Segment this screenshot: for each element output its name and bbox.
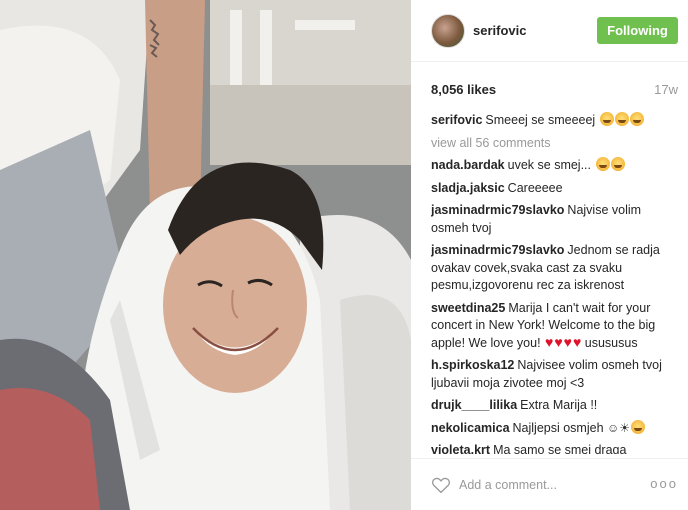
comment-username[interactable]: drujk____lilika bbox=[431, 398, 517, 412]
post-header: serifovic Following bbox=[411, 0, 688, 62]
list-item: jasminadrmic79slavko Jednom se radja ovak… bbox=[431, 242, 678, 295]
comment-text: Careeeee bbox=[507, 180, 563, 195]
list-item: nekolicamica Najljepsi osmjeh ☺☀ bbox=[431, 419, 678, 438]
tongue-emoji-icon bbox=[610, 157, 625, 171]
comment-username[interactable]: nekolicamica bbox=[431, 421, 510, 435]
grinning-emoji-icon bbox=[599, 112, 614, 126]
post-side-panel: serifovic Following 8,056 likes 17w seri… bbox=[411, 0, 688, 510]
more-options-icon[interactable]: ooo bbox=[650, 476, 678, 491]
selfie-image bbox=[0, 0, 411, 510]
grinning-emoji-icon bbox=[629, 112, 644, 126]
caption: serifovic Smeeej se smeeeej bbox=[431, 112, 678, 130]
comment-text: Extra Marija !! bbox=[520, 398, 598, 412]
comment-username[interactable]: nada.bardak bbox=[431, 158, 505, 172]
comment-text: Najljepsi osmjeh bbox=[512, 420, 604, 435]
post-photo[interactable] bbox=[0, 0, 411, 510]
list-item: violeta.krt Ma samo se smej draga bbox=[431, 442, 678, 454]
list-item: h.spirkoska12 Najvisee volim osmeh tvoj l… bbox=[431, 357, 678, 392]
post-meta: 8,056 likes 17w bbox=[411, 62, 688, 108]
list-item: drujk____lilika Extra Marija !! bbox=[431, 397, 678, 415]
comments-list: serifovic Smeeej se smeeeej view all 56 c… bbox=[431, 112, 678, 454]
comment-username[interactable]: jasminadrmic79slavko bbox=[431, 203, 564, 217]
smiling-emoji-icon bbox=[595, 157, 610, 171]
comment-username[interactable]: h.spirkoska12 bbox=[431, 358, 514, 372]
likes-count[interactable]: 8,056 likes bbox=[431, 82, 496, 97]
grinning-emoji-icon bbox=[631, 419, 646, 434]
red-heart-icon: ♥ bbox=[545, 333, 554, 350]
red-heart-icon: ♥ bbox=[554, 333, 563, 350]
list-item: sladja.jaksic Careeeee bbox=[431, 180, 678, 198]
post-time[interactable]: 17w bbox=[654, 82, 678, 97]
comment-text: Ma samo se smej draga bbox=[493, 443, 627, 454]
comment-text-tail: usususus bbox=[584, 335, 638, 350]
comment-text: uvek se smej... bbox=[507, 158, 592, 172]
post-author-username[interactable]: serifovic bbox=[473, 23, 526, 38]
comment-username[interactable]: violeta.krt bbox=[431, 443, 490, 454]
list-item: nada.bardak uvek se smej... bbox=[431, 157, 678, 175]
comment-username[interactable]: sladja.jaksic bbox=[431, 181, 505, 195]
following-button[interactable]: Following bbox=[597, 17, 678, 44]
smile-sun-icon: ☺☀ bbox=[607, 420, 631, 435]
comment-username[interactable]: jasminadrmic79slavko bbox=[431, 243, 564, 257]
heart-outline-icon[interactable] bbox=[431, 476, 451, 494]
avatar[interactable] bbox=[431, 14, 465, 48]
list-item: sweetdina25 Marija I can't wait for your … bbox=[431, 300, 678, 353]
comment-bar: ooo bbox=[411, 458, 688, 510]
comment-text: Smeeej se smeeeej bbox=[485, 113, 596, 127]
comment-username[interactable]: sweetdina25 bbox=[431, 301, 505, 315]
grinning-emoji-icon bbox=[614, 112, 629, 126]
red-heart-icon: ♥ bbox=[572, 333, 582, 350]
add-comment-input[interactable] bbox=[459, 473, 639, 497]
view-all-comments-link[interactable]: view all 56 comments bbox=[431, 135, 678, 153]
comment-username[interactable]: serifovic bbox=[431, 113, 482, 127]
red-heart-icon: ♥ bbox=[563, 333, 572, 350]
list-item: jasminadrmic79slavko Najvise volim osmeh … bbox=[431, 202, 678, 237]
